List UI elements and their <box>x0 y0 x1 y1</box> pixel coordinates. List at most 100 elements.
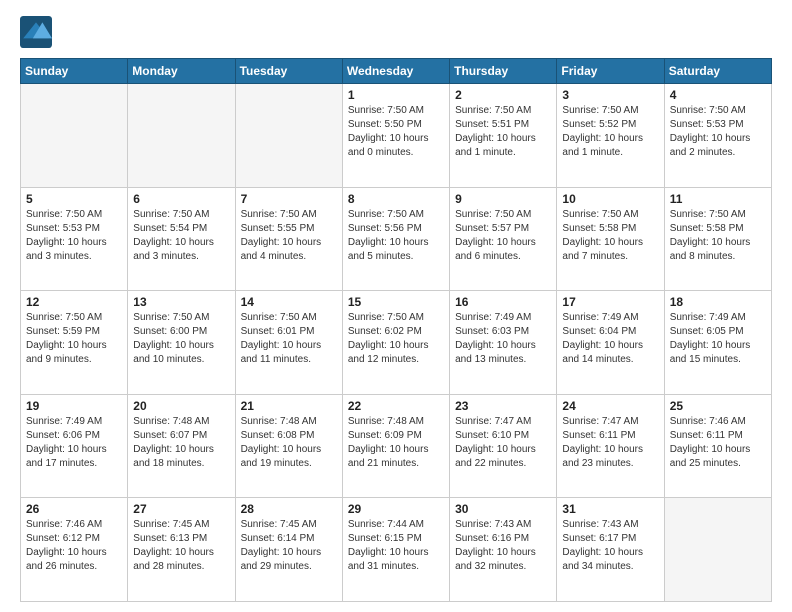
day-cell: 15 Sunrise: 7:50 AM Sunset: 6:02 PM Dayli… <box>342 291 449 395</box>
day-cell: 14 Sunrise: 7:50 AM Sunset: 6:01 PM Dayli… <box>235 291 342 395</box>
day-number: 1 <box>348 88 444 102</box>
day-cell: 12 Sunrise: 7:50 AM Sunset: 5:59 PM Dayli… <box>21 291 128 395</box>
day-info: Sunrise: 7:50 AM Sunset: 5:56 PM Dayligh… <box>348 208 444 264</box>
day-info: Sunrise: 7:50 AM Sunset: 5:58 PM Dayligh… <box>562 208 658 264</box>
day-number: 29 <box>348 502 444 516</box>
day-info: Sunrise: 7:50 AM Sunset: 5:57 PM Dayligh… <box>455 208 551 264</box>
day-info: Sunrise: 7:47 AM Sunset: 6:11 PM Dayligh… <box>562 415 658 471</box>
day-number: 4 <box>670 88 766 102</box>
day-info: Sunrise: 7:45 AM Sunset: 6:14 PM Dayligh… <box>241 518 337 574</box>
day-cell: 6Sunrise: 7:50 AM Sunset: 5:54 PM Daylig… <box>128 187 235 291</box>
day-number: 20 <box>133 399 229 413</box>
day-cell <box>128 84 235 188</box>
week-row-1: 1 Sunrise: 7:50 AM Sunset: 5:50 PM Daylig… <box>21 84 772 188</box>
day-cell: 11Sunrise: 7:50 AM Sunset: 5:58 PM Dayli… <box>664 187 771 291</box>
day-cell: 27Sunrise: 7:45 AM Sunset: 6:13 PM Dayli… <box>128 498 235 602</box>
day-cell: 30 Sunrise: 7:43 AM Sunset: 6:16 PM Dayli… <box>450 498 557 602</box>
day-number: 21 <box>241 399 337 413</box>
weekday-header-friday: Friday <box>557 59 664 84</box>
weekday-header-thursday: Thursday <box>450 59 557 84</box>
day-number: 16 <box>455 295 551 309</box>
day-cell: 9 Sunrise: 7:50 AM Sunset: 5:57 PM Daylig… <box>450 187 557 291</box>
day-info: Sunrise: 7:43 AM Sunset: 6:16 PM Dayligh… <box>455 518 551 574</box>
day-cell: 5Sunrise: 7:50 AM Sunset: 5:53 PM Daylig… <box>21 187 128 291</box>
day-cell: 24 Sunrise: 7:47 AM Sunset: 6:11 PM Dayli… <box>557 394 664 498</box>
day-info: Sunrise: 7:43 AM Sunset: 6:17 PM Dayligh… <box>562 518 658 574</box>
day-cell: 19 Sunrise: 7:49 AM Sunset: 6:06 PM Dayli… <box>21 394 128 498</box>
day-number: 24 <box>562 399 658 413</box>
day-number: 26 <box>26 502 122 516</box>
weekday-header-monday: Monday <box>128 59 235 84</box>
week-row-2: 5Sunrise: 7:50 AM Sunset: 5:53 PM Daylig… <box>21 187 772 291</box>
day-number: 23 <box>455 399 551 413</box>
day-number: 6 <box>133 192 229 206</box>
day-info: Sunrise: 7:50 AM Sunset: 6:01 PM Dayligh… <box>241 311 337 367</box>
day-number: 19 <box>26 399 122 413</box>
day-cell: 23 Sunrise: 7:47 AM Sunset: 6:10 PM Dayli… <box>450 394 557 498</box>
day-number: 7 <box>241 192 337 206</box>
day-cell: 1 Sunrise: 7:50 AM Sunset: 5:50 PM Daylig… <box>342 84 449 188</box>
day-cell: 22 Sunrise: 7:48 AM Sunset: 6:09 PM Dayli… <box>342 394 449 498</box>
day-number: 12 <box>26 295 122 309</box>
day-number: 3 <box>562 88 658 102</box>
day-info: Sunrise: 7:50 AM Sunset: 5:50 PM Dayligh… <box>348 104 444 160</box>
day-number: 18 <box>670 295 766 309</box>
day-cell: 16 Sunrise: 7:49 AM Sunset: 6:03 PM Dayli… <box>450 291 557 395</box>
day-cell <box>235 84 342 188</box>
day-cell: 13 Sunrise: 7:50 AM Sunset: 6:00 PM Dayli… <box>128 291 235 395</box>
logo-icon <box>20 16 52 48</box>
header <box>20 16 772 48</box>
day-info: Sunrise: 7:47 AM Sunset: 6:10 PM Dayligh… <box>455 415 551 471</box>
day-info: Sunrise: 7:49 AM Sunset: 6:04 PM Dayligh… <box>562 311 658 367</box>
day-number: 5 <box>26 192 122 206</box>
week-row-3: 12 Sunrise: 7:50 AM Sunset: 5:59 PM Dayli… <box>21 291 772 395</box>
day-number: 14 <box>241 295 337 309</box>
weekday-header-saturday: Saturday <box>664 59 771 84</box>
day-cell: 8 Sunrise: 7:50 AM Sunset: 5:56 PM Daylig… <box>342 187 449 291</box>
day-info: Sunrise: 7:50 AM Sunset: 5:55 PM Dayligh… <box>241 208 337 264</box>
day-number: 13 <box>133 295 229 309</box>
day-info: Sunrise: 7:50 AM Sunset: 5:51 PM Dayligh… <box>455 104 551 160</box>
day-cell: 25 Sunrise: 7:46 AM Sunset: 6:11 PM Dayli… <box>664 394 771 498</box>
day-info: Sunrise: 7:46 AM Sunset: 6:12 PM Dayligh… <box>26 518 122 574</box>
weekday-header-row: SundayMondayTuesdayWednesdayThursdayFrid… <box>21 59 772 84</box>
logo <box>20 16 56 48</box>
day-info: Sunrise: 7:50 AM Sunset: 5:59 PM Dayligh… <box>26 311 122 367</box>
day-info: Sunrise: 7:50 AM Sunset: 6:00 PM Dayligh… <box>133 311 229 367</box>
day-info: Sunrise: 7:50 AM Sunset: 6:02 PM Dayligh… <box>348 311 444 367</box>
day-number: 30 <box>455 502 551 516</box>
day-cell: 10 Sunrise: 7:50 AM Sunset: 5:58 PM Dayli… <box>557 187 664 291</box>
day-number: 31 <box>562 502 658 516</box>
day-info: Sunrise: 7:48 AM Sunset: 6:09 PM Dayligh… <box>348 415 444 471</box>
page: SundayMondayTuesdayWednesdayThursdayFrid… <box>0 0 792 612</box>
day-cell: 28 Sunrise: 7:45 AM Sunset: 6:14 PM Dayli… <box>235 498 342 602</box>
day-info: Sunrise: 7:46 AM Sunset: 6:11 PM Dayligh… <box>670 415 766 471</box>
day-info: Sunrise: 7:49 AM Sunset: 6:06 PM Dayligh… <box>26 415 122 471</box>
calendar-table: SundayMondayTuesdayWednesdayThursdayFrid… <box>20 58 772 602</box>
week-row-4: 19 Sunrise: 7:49 AM Sunset: 6:06 PM Dayli… <box>21 394 772 498</box>
day-info: Sunrise: 7:45 AM Sunset: 6:13 PM Dayligh… <box>133 518 229 574</box>
day-cell <box>664 498 771 602</box>
day-cell: 26 Sunrise: 7:46 AM Sunset: 6:12 PM Dayli… <box>21 498 128 602</box>
day-cell: 2 Sunrise: 7:50 AM Sunset: 5:51 PM Daylig… <box>450 84 557 188</box>
day-number: 10 <box>562 192 658 206</box>
weekday-header-sunday: Sunday <box>21 59 128 84</box>
day-number: 8 <box>348 192 444 206</box>
day-cell <box>21 84 128 188</box>
day-info: Sunrise: 7:50 AM Sunset: 5:53 PM Dayligh… <box>670 104 766 160</box>
day-number: 11 <box>670 192 766 206</box>
day-number: 9 <box>455 192 551 206</box>
day-cell: 7 Sunrise: 7:50 AM Sunset: 5:55 PM Daylig… <box>235 187 342 291</box>
day-info: Sunrise: 7:48 AM Sunset: 6:08 PM Dayligh… <box>241 415 337 471</box>
day-cell: 4 Sunrise: 7:50 AM Sunset: 5:53 PM Daylig… <box>664 84 771 188</box>
day-cell: 31 Sunrise: 7:43 AM Sunset: 6:17 PM Dayli… <box>557 498 664 602</box>
day-cell: 18Sunrise: 7:49 AM Sunset: 6:05 PM Dayli… <box>664 291 771 395</box>
day-number: 25 <box>670 399 766 413</box>
day-number: 2 <box>455 88 551 102</box>
day-info: Sunrise: 7:49 AM Sunset: 6:03 PM Dayligh… <box>455 311 551 367</box>
day-cell: 20Sunrise: 7:48 AM Sunset: 6:07 PM Dayli… <box>128 394 235 498</box>
day-number: 28 <box>241 502 337 516</box>
day-number: 15 <box>348 295 444 309</box>
day-number: 22 <box>348 399 444 413</box>
weekday-header-wednesday: Wednesday <box>342 59 449 84</box>
